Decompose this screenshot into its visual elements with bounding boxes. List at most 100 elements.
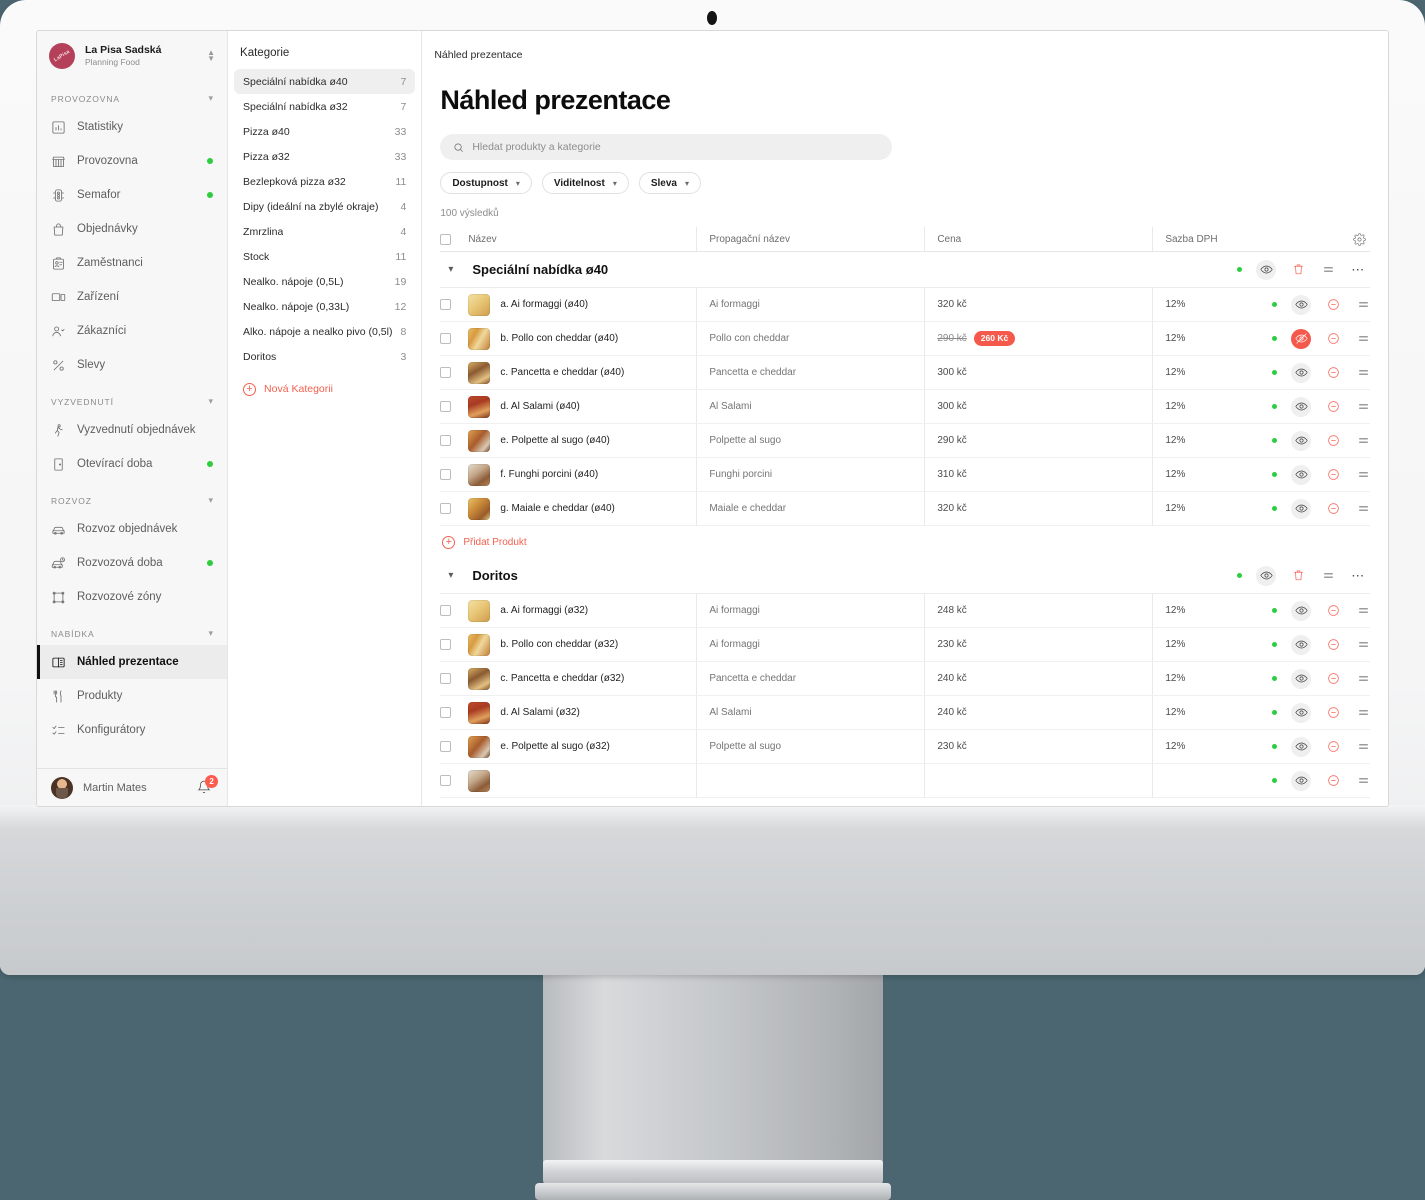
more-options-button[interactable]: ⋯	[1385, 637, 1388, 653]
sidebar-item-z-kazn-ci[interactable]: Zákazníci	[37, 314, 227, 348]
table-group-row[interactable]: ▾ Speciální nabídka ø40 ⋯	[440, 252, 1370, 288]
more-options-button[interactable]: ⋯	[1385, 603, 1388, 619]
category-item[interactable]: Zmrzlina 4	[234, 219, 415, 244]
table-row[interactable]: c. Pancetta e cheddar (ø32) Pancetta e ch…	[440, 662, 1388, 696]
more-options-button[interactable]: ⋯	[1385, 365, 1388, 381]
sidebar-item-slevy[interactable]: Slevy	[37, 348, 227, 382]
toggle-visibility-button[interactable]	[1291, 498, 1312, 519]
row-checkbox[interactable]	[440, 401, 468, 412]
table-row[interactable]: b. Pollo con cheddar (ø32) Ai formaggi 230…	[440, 628, 1388, 662]
table-group-row[interactable]: ▾ Doritos ⋯	[440, 558, 1370, 594]
column-header-price[interactable]: Cena	[924, 227, 1152, 251]
more-options-button[interactable]: ⋯	[1385, 433, 1388, 449]
table-row[interactable]: d. Al Salami (ø32) Al Salami 240 kč 12% ⋯	[440, 696, 1388, 730]
table-row[interactable]: b. Pollo con cheddar (ø40) Pollo con ched…	[440, 322, 1388, 356]
category-item[interactable]: Bezlepková pizza ø32 11	[234, 169, 415, 194]
toggle-visibility-button[interactable]	[1291, 600, 1312, 621]
toggle-visibility-button[interactable]	[1256, 565, 1277, 586]
more-options-button[interactable]: ⋯	[1385, 399, 1388, 415]
sidebar-item-produkty[interactable]: Produkty	[37, 679, 227, 713]
chevron-down-icon[interactable]: ▾	[440, 264, 468, 275]
disable-button[interactable]	[1325, 739, 1341, 755]
category-item[interactable]: Nealko. nápoje (0,33L) 12	[234, 294, 415, 319]
category-item[interactable]: Alko. nápoje a nealko pivo (0,5l) 8	[234, 319, 415, 344]
toggle-visibility-button[interactable]	[1291, 736, 1312, 757]
toggle-visibility-button[interactable]	[1291, 702, 1312, 723]
more-options-button[interactable]: ⋯	[1385, 331, 1388, 347]
drag-handle[interactable]	[1355, 773, 1371, 789]
table-row[interactable]: e. Polpette al sugo (ø40) Polpette al sug…	[440, 424, 1388, 458]
notifications-button[interactable]: 2	[197, 774, 219, 796]
disable-button[interactable]	[1325, 773, 1341, 789]
sidebar-item-vyzvednut-objedn-vek[interactable]: Vyzvednutí objednávek	[37, 413, 227, 447]
row-checkbox[interactable]	[440, 435, 468, 446]
table-row[interactable]: g. Maiale e cheddar (ø40) Maiale e chedda…	[440, 492, 1388, 526]
toggle-visibility-button[interactable]	[1291, 328, 1312, 349]
delete-button[interactable]	[1290, 262, 1306, 278]
drag-handle[interactable]	[1355, 637, 1371, 653]
chevron-down-icon[interactable]: ▾	[209, 628, 214, 639]
sidebar-section-3[interactable]: NABÍDKA ▾	[37, 614, 227, 645]
drag-handle[interactable]	[1355, 331, 1371, 347]
select-all-checkbox[interactable]	[440, 233, 468, 245]
table-row[interactable]: ⋯	[440, 764, 1388, 798]
drag-handle[interactable]	[1355, 433, 1371, 449]
more-options-button[interactable]: ⋯	[1350, 262, 1366, 278]
sidebar-item-statistiky[interactable]: Statistiky	[37, 110, 227, 144]
disable-button[interactable]	[1325, 637, 1341, 653]
workspace-switcher[interactable]: La Pisa Sadská Planning Food ▲▼	[37, 31, 227, 79]
more-options-button[interactable]: ⋯	[1385, 297, 1388, 313]
more-options-button[interactable]: ⋯	[1385, 773, 1388, 789]
row-checkbox[interactable]	[440, 333, 468, 344]
disable-button[interactable]	[1325, 365, 1341, 381]
table-row[interactable]: a. Ai formaggi (ø40) Ai formaggi 320 kč 12%…	[440, 288, 1388, 322]
drag-handle[interactable]	[1320, 568, 1336, 584]
row-checkbox[interactable]	[440, 605, 468, 616]
sidebar-item-semafor[interactable]: Semafor	[37, 178, 227, 212]
user-bar[interactable]: Martin Mates 2	[37, 768, 228, 806]
sidebar-item-rozvoz-objedn-vek[interactable]: Rozvoz objednávek	[37, 512, 227, 546]
sidebar-item-zam-stnanci[interactable]: Zaměstnanci	[37, 246, 227, 280]
disable-button[interactable]	[1325, 399, 1341, 415]
row-checkbox[interactable]	[440, 639, 468, 650]
sidebar-item-n-hled-prezentace[interactable]: Náhled prezentace	[37, 645, 228, 679]
column-header-vat[interactable]: Sazba DPH	[1152, 227, 1272, 251]
disable-button[interactable]	[1325, 297, 1341, 313]
row-checkbox[interactable]	[440, 775, 468, 786]
disable-button[interactable]	[1325, 501, 1341, 517]
toggle-visibility-button[interactable]	[1291, 770, 1312, 791]
row-checkbox[interactable]	[440, 299, 468, 310]
row-checkbox[interactable]	[440, 503, 468, 514]
table-row[interactable]: e. Polpette al sugo (ø32) Polpette al sug…	[440, 730, 1388, 764]
category-item[interactable]: Speciální nabídka ø40 7	[234, 69, 416, 94]
sidebar-item-provozovna[interactable]: Provozovna	[37, 144, 227, 178]
drag-handle[interactable]	[1355, 603, 1371, 619]
sidebar-item-rozvozov-z-ny[interactable]: Rozvozové zóny	[37, 580, 227, 614]
category-item[interactable]: Pizza ø40 33	[234, 119, 415, 144]
chevron-updown-icon[interactable]: ▲ ▼	[205, 49, 217, 63]
category-item[interactable]: Pizza ø32 33	[234, 144, 415, 169]
filter-viditelnost[interactable]: Viditelnost ▾	[541, 172, 629, 194]
search-input[interactable]	[472, 141, 880, 153]
table-settings-button[interactable]	[1353, 232, 1366, 246]
category-item[interactable]: Nealko. nápoje (0,5L) 19	[234, 269, 415, 294]
toggle-visibility-button[interactable]	[1256, 259, 1276, 280]
drag-handle[interactable]	[1355, 297, 1371, 313]
toggle-visibility-button[interactable]	[1291, 396, 1312, 417]
more-options-button[interactable]: ⋯	[1385, 671, 1388, 687]
drag-handle[interactable]	[1355, 705, 1371, 721]
drag-handle[interactable]	[1355, 365, 1371, 381]
sidebar-section-1[interactable]: VYZVEDNUTÍ ▾	[37, 382, 227, 413]
more-options-button[interactable]: ⋯	[1350, 568, 1366, 584]
row-checkbox[interactable]	[440, 367, 468, 378]
toggle-visibility-button[interactable]	[1291, 464, 1312, 485]
delete-button[interactable]	[1290, 568, 1306, 584]
category-item[interactable]: Doritos 3	[234, 344, 415, 369]
sidebar-item-konfigur-tory[interactable]: Konfigurátory	[37, 713, 227, 747]
sidebar-section-0[interactable]: PROVOZOVNA ▾	[37, 79, 227, 110]
disable-button[interactable]	[1325, 433, 1341, 449]
row-checkbox[interactable]	[440, 741, 468, 752]
drag-handle[interactable]	[1355, 671, 1371, 687]
sidebar-item-objedn-vky[interactable]: Objednávky	[37, 212, 227, 246]
row-checkbox[interactable]	[440, 469, 468, 480]
